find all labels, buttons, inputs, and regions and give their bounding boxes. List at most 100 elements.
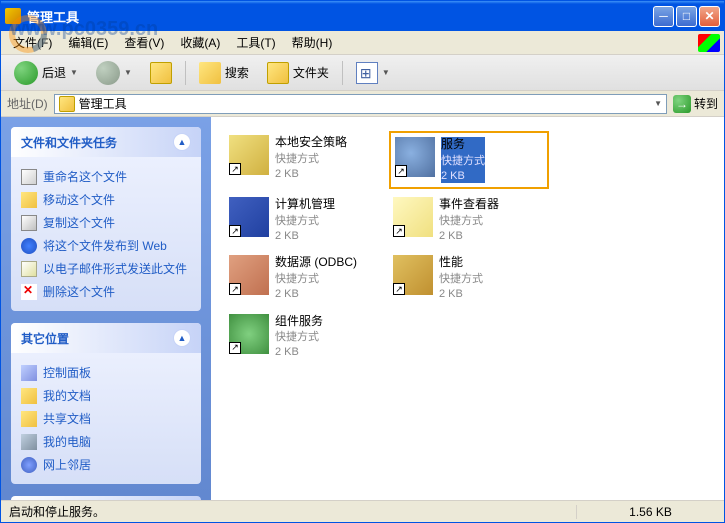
place-label: 我的文档 [43, 387, 91, 404]
mail-icon [21, 261, 37, 277]
shared-icon [21, 411, 37, 427]
task-label: 重命名这个文件 [43, 168, 127, 185]
file-icon: ↗ [229, 255, 269, 295]
addressbar: 地址(D) 管理工具 ▼ → 转到 [1, 91, 724, 117]
file-type: 快捷方式 [441, 154, 485, 168]
file-item[interactable]: ↗服务快捷方式2 KB [389, 131, 549, 189]
places-panel-header[interactable]: 其它位置 ▲ [11, 323, 201, 353]
chevron-down-icon: ▼ [382, 68, 390, 77]
forward-icon [96, 61, 120, 85]
file-item[interactable]: ↗ 事件查看器快捷方式2 KB [389, 193, 549, 247]
address-value: 管理工具 [79, 95, 127, 112]
menubar: 文件(F) 编辑(E) 查看(V) 收藏(A) 工具(T) 帮助(H) [1, 31, 724, 55]
control-panel-icon [21, 365, 37, 381]
task-label: 将这个文件发布到 Web [43, 237, 167, 254]
menu-file[interactable]: 文件(F) [5, 31, 60, 54]
file-size: 2 KB [439, 229, 499, 243]
file-size: 2 KB [275, 229, 335, 243]
chevron-up-icon: ▲ [173, 133, 191, 151]
menu-view[interactable]: 查看(V) [116, 31, 172, 54]
file-icon: ↗ [229, 135, 269, 175]
back-label: 后退 [42, 64, 66, 81]
chevron-down-icon: ▼ [124, 68, 132, 77]
app-icon [5, 8, 21, 24]
views-button[interactable]: ▼ [349, 57, 397, 89]
place-label: 控制面板 [43, 364, 91, 381]
task-publish-web[interactable]: 将这个文件发布到 Web [21, 234, 191, 257]
folders-button[interactable]: 文件夹 [260, 57, 336, 89]
place-my-documents[interactable]: 我的文档 [21, 384, 191, 407]
views-icon [356, 62, 378, 84]
up-button[interactable] [143, 57, 179, 89]
task-label: 移动这个文件 [43, 191, 115, 208]
file-item[interactable]: ↗本地安全策略快捷方式2 KB [225, 131, 385, 189]
menu-edit[interactable]: 编辑(E) [60, 31, 116, 54]
file-type: 快捷方式 [275, 214, 335, 228]
place-network[interactable]: 网上邻居 [21, 453, 191, 476]
sidebar: 文件和文件夹任务 ▲ 重命名这个文件 移动这个文件 复制这个文件 将这个文件发布… [1, 117, 211, 500]
tasks-panel-header[interactable]: 文件和文件夹任务 ▲ [11, 127, 201, 157]
places-title: 其它位置 [21, 330, 69, 347]
task-email[interactable]: 以电子邮件形式发送此文件 [21, 257, 191, 280]
file-icon: ↗ [393, 197, 433, 237]
file-type: 快捷方式 [439, 214, 499, 228]
place-shared-docs[interactable]: 共享文档 [21, 407, 191, 430]
file-size: 2 KB [275, 167, 347, 181]
place-my-computer[interactable]: 我的电脑 [21, 430, 191, 453]
search-icon [199, 62, 221, 84]
file-icon: ↗ [229, 314, 269, 354]
file-list[interactable]: ↗本地安全策略快捷方式2 KB↗服务快捷方式2 KB↗计算机管理快捷方式2 KB… [211, 117, 724, 500]
task-rename[interactable]: 重命名这个文件 [21, 165, 191, 188]
menu-favorites[interactable]: 收藏(A) [172, 31, 228, 54]
file-item[interactable]: ↗计算机管理快捷方式2 KB [225, 193, 385, 247]
statusbar: 启动和停止服务。 1.56 KB [1, 500, 724, 522]
tasks-panel: 文件和文件夹任务 ▲ 重命名这个文件 移动这个文件 复制这个文件 将这个文件发布… [11, 127, 201, 311]
file-type: 快捷方式 [275, 272, 357, 286]
place-control-panel[interactable]: 控制面板 [21, 361, 191, 384]
go-label: 转到 [694, 95, 718, 112]
forward-button[interactable]: ▼ [89, 56, 139, 90]
minimize-button[interactable]: ─ [653, 6, 674, 27]
task-delete[interactable]: 删除这个文件 [21, 280, 191, 303]
search-button[interactable]: 搜索 [192, 57, 256, 89]
toolbar: 后退 ▼ ▼ 搜索 文件夹 ▼ [1, 55, 724, 91]
shortcut-icon: ↗ [229, 225, 241, 237]
status-size: 1.56 KB [576, 505, 716, 519]
folder-icon [267, 62, 289, 84]
go-button[interactable]: → 转到 [673, 95, 718, 113]
close-button[interactable]: ✕ [699, 6, 720, 27]
file-icon: ↗ [395, 137, 435, 177]
folder-up-icon [150, 62, 172, 84]
tasks-title: 文件和文件夹任务 [21, 134, 117, 151]
address-input[interactable]: 管理工具 ▼ [54, 94, 667, 114]
file-name: 性能 [439, 255, 483, 271]
back-button[interactable]: 后退 ▼ [7, 56, 85, 90]
shortcut-icon: ↗ [393, 225, 405, 237]
menu-help[interactable]: 帮助(H) [284, 31, 341, 54]
file-name: 组件服务 [275, 314, 323, 330]
file-type: 快捷方式 [275, 330, 323, 344]
titlebar: 管理工具 ─ □ ✕ [1, 1, 724, 31]
shortcut-icon: ↗ [229, 283, 241, 295]
task-label: 复制这个文件 [43, 214, 115, 231]
file-name: 事件查看器 [439, 197, 499, 213]
file-item[interactable]: ↗性能快捷方式2 KB [389, 251, 549, 305]
shortcut-icon: ↗ [229, 342, 241, 354]
web-icon [21, 238, 37, 254]
task-copy[interactable]: 复制这个文件 [21, 211, 191, 234]
task-move[interactable]: 移动这个文件 [21, 188, 191, 211]
back-icon [14, 61, 38, 85]
folder-icon [59, 96, 75, 112]
network-icon [21, 457, 37, 473]
copy-icon [21, 215, 37, 231]
chevron-down-icon[interactable]: ▼ [654, 99, 662, 108]
folders-label: 文件夹 [293, 64, 329, 81]
file-item[interactable]: ↗数据源 (ODBC)快捷方式2 KB [225, 251, 385, 305]
search-label: 搜索 [225, 64, 249, 81]
maximize-button[interactable]: □ [676, 6, 697, 27]
file-item[interactable]: ↗ 组件服务快捷方式2 KB [225, 310, 385, 364]
file-size: 2 KB [275, 345, 323, 359]
place-label: 共享文档 [43, 410, 91, 427]
file-icon: ↗ [393, 255, 433, 295]
menu-tools[interactable]: 工具(T) [228, 31, 283, 54]
